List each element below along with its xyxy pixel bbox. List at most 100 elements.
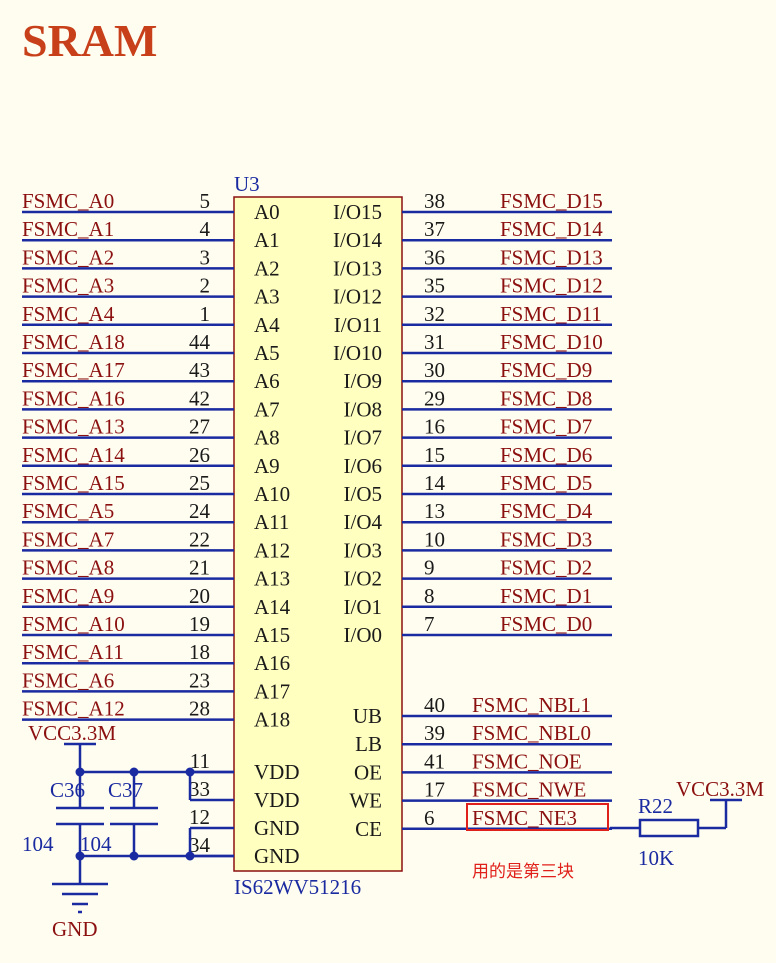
net-label: FSMC_A17: [22, 358, 125, 382]
r22-value: 10K: [638, 846, 674, 870]
net-label: FSMC_D14: [500, 217, 603, 241]
net-label: FSMC_D2: [500, 556, 592, 580]
net-label: FSMC_A11: [22, 640, 124, 664]
c36-ref: C36: [50, 778, 85, 802]
net-label: FSMC_D7: [500, 415, 592, 439]
net-label: FSMC_A9: [22, 584, 114, 608]
net-label: FSMC_NE3: [472, 806, 577, 830]
right-pin-group: FSMC_D15 38 I/O15 FSMC_D14 37 I/O14 FSMC_D13 36…: [333, 189, 612, 647]
pin-name: I/O11: [334, 313, 382, 337]
r22-body: [638, 818, 700, 838]
pin-number: 32: [424, 302, 445, 326]
pin-name: LB: [355, 732, 382, 756]
net-label: FSMC_A1: [22, 217, 114, 241]
pin-name: A12: [254, 538, 290, 562]
pullup-network: [610, 798, 742, 838]
pin-number: 14: [424, 471, 446, 495]
pin-name: OE: [354, 760, 382, 784]
pin-name: A7: [254, 397, 280, 421]
sram-schematic: U3 IS62WV51216 FSMC_A0 5 A0FSMC_A1 4 A1FSMC_…: [22, 172, 764, 941]
pin-name: A1: [254, 228, 280, 252]
pin-name: A2: [254, 256, 280, 280]
r22-ref: R22: [638, 794, 673, 818]
pin-number: 41: [424, 749, 445, 773]
net-label: FSMC_D5: [500, 471, 592, 495]
pin-name: I/O7: [344, 426, 383, 450]
pin-number: 31: [424, 330, 445, 354]
junction-dot: [185, 767, 195, 777]
pin-name: CE: [355, 817, 382, 841]
net-label: FSMC_A6: [22, 668, 114, 692]
pin-number: 30: [424, 358, 445, 382]
pin-name: I/O12: [333, 285, 382, 309]
pin-name: A13: [254, 567, 290, 591]
pin-name: I/O6: [344, 454, 383, 478]
pin-name: A16: [254, 651, 290, 675]
junction-dot: [185, 851, 195, 861]
pin-number: 21: [189, 556, 210, 580]
pin-number: 40: [424, 693, 445, 717]
pin-name: A6: [254, 369, 280, 393]
net-label: FSMC_A18: [22, 330, 125, 354]
pin-number: 29: [424, 386, 445, 410]
pin-number: 3: [200, 245, 211, 269]
net-label: FSMC_A16: [22, 386, 125, 410]
pin-number: 10: [424, 527, 445, 551]
pin-number: 35: [424, 274, 445, 298]
pin-name: GND: [254, 816, 300, 840]
net-label: FSMC_A8: [22, 556, 114, 580]
net-label: FSMC_A2: [22, 245, 114, 269]
net-label: FSMC_D9: [500, 358, 592, 382]
net-label: FSMC_D11: [500, 302, 602, 326]
pin-name: A9: [254, 454, 280, 478]
pin-number: 39: [424, 721, 445, 745]
pin-number: 25: [189, 471, 210, 495]
net-label: FSMC_D13: [500, 245, 603, 269]
net-label: FSMC_D1: [500, 584, 592, 608]
pin-name: I/O8: [344, 397, 383, 421]
pin-number: 44: [189, 330, 211, 354]
pin-name: VDD: [254, 760, 300, 784]
junction-dot: [129, 851, 139, 861]
pin-name: A8: [254, 426, 280, 450]
pin-number: 13: [424, 499, 445, 523]
pin-name: GND: [254, 844, 300, 868]
pin-name: UB: [353, 704, 382, 728]
pin-name: I/O1: [344, 595, 383, 619]
pin-name: WE: [349, 789, 382, 813]
pin-number: 18: [189, 640, 210, 664]
pin-number: 26: [189, 443, 210, 467]
pin-name: I/O2: [344, 567, 383, 591]
junction-dot: [75, 767, 85, 777]
pin-number: 4: [200, 217, 211, 241]
net-label: FSMC_D10: [500, 330, 603, 354]
annotation-note: 用的是第三块: [472, 862, 574, 882]
pin-name: A5: [254, 341, 280, 365]
net-label: FSMC_D4: [500, 499, 593, 523]
pin-name: A14: [254, 595, 291, 619]
vcc-left-label: VCC3.3M: [28, 721, 116, 745]
net-label: FSMC_NBL1: [472, 693, 591, 717]
chip-ref: U3: [234, 172, 260, 196]
pin-name: A15: [254, 623, 290, 647]
pin-number: 17: [424, 778, 445, 802]
net-label: FSMC_A4: [22, 302, 115, 326]
net-label: FSMC_A0: [22, 189, 114, 213]
pin-number: 22: [189, 527, 210, 551]
pin-name: I/O9: [344, 369, 383, 393]
net-label: FSMC_D3: [500, 527, 592, 551]
net-label: FSMC_A13: [22, 415, 125, 439]
net-label: FSMC_NWE: [472, 778, 586, 802]
pin-number: 1: [200, 302, 211, 326]
pin-number: 8: [424, 584, 435, 608]
pin-number: 42: [189, 386, 210, 410]
pin-name: A0: [254, 200, 280, 224]
pin-number: 37: [424, 217, 445, 241]
net-label: FSMC_NOE: [472, 749, 582, 773]
pin-number: 15: [424, 443, 445, 467]
pin-name: VDD: [254, 788, 300, 812]
pin-number: 36: [424, 245, 445, 269]
pin-number: 2: [200, 274, 211, 298]
pin-number: 38: [424, 189, 445, 213]
pin-name: I/O13: [333, 256, 382, 280]
